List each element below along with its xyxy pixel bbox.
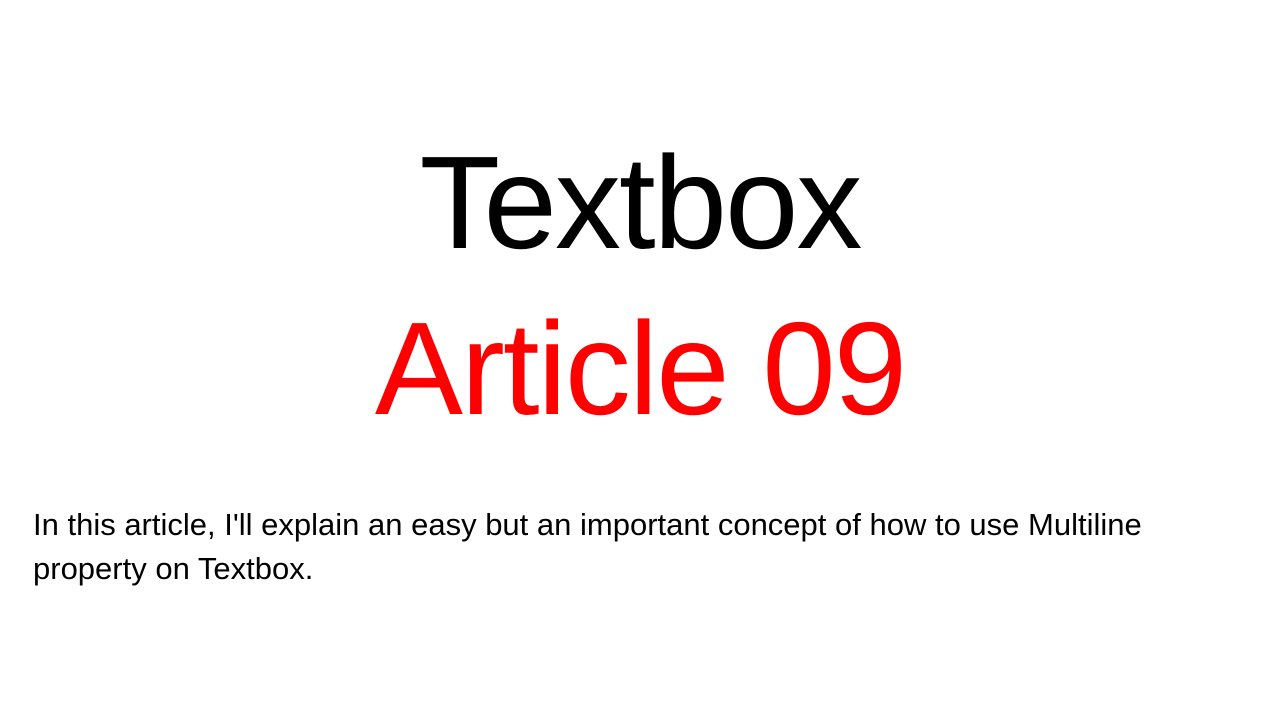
slide: Textbox Article 09 In this article, I'll… (0, 0, 1280, 720)
slide-subtitle: Article 09 (374, 295, 907, 442)
slide-title: Textbox (419, 129, 863, 276)
slide-body-text: In this article, I'll explain an easy bu… (33, 507, 1142, 586)
